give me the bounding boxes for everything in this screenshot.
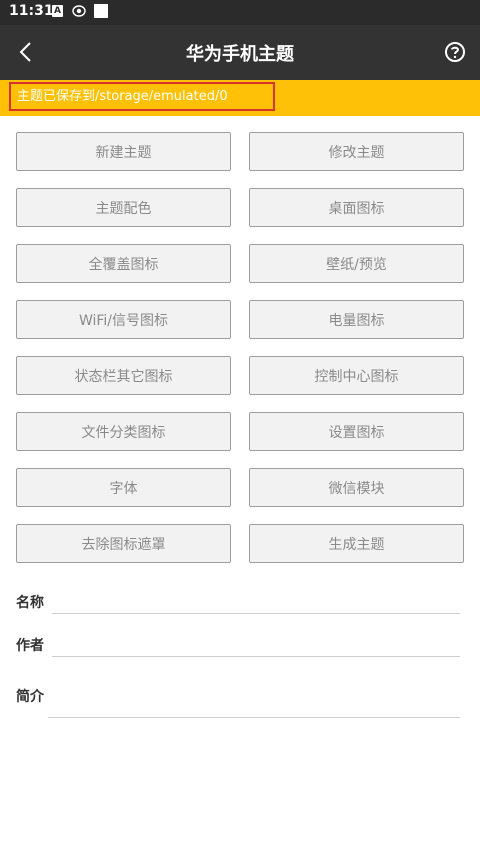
page-title: 华为手机主题 (186, 44, 294, 65)
theme-color-button[interactable]: 主题配色 (16, 188, 231, 227)
status-time: 11:31 (9, 3, 54, 19)
saved-path-message: 主题已保存到/storage/emulated/0 (9, 82, 275, 111)
full-cover-icons-button[interactable]: 全覆盖图标 (16, 244, 231, 283)
author-row: 作者 (16, 633, 464, 659)
question-circle-icon (445, 42, 465, 62)
a-notification-icon: A (52, 5, 63, 17)
name-input[interactable] (54, 590, 464, 614)
status-bar: 11:31 A (0, 0, 480, 25)
font-button[interactable]: 字体 (16, 468, 231, 507)
eye-icon (72, 5, 86, 17)
help-button[interactable] (444, 41, 466, 63)
white-square-icon (94, 4, 108, 18)
settings-icons-button[interactable]: 设置图标 (249, 412, 464, 451)
title-bar: 华为手机主题 (0, 25, 480, 80)
name-label: 名称 (16, 595, 44, 611)
intro-row: 简介 (16, 686, 464, 722)
new-theme-button[interactable]: 新建主题 (16, 132, 231, 171)
notice-banner: 主题已保存到/storage/emulated/0 (0, 80, 480, 116)
name-underline (52, 613, 460, 614)
modify-theme-button[interactable]: 修改主题 (249, 132, 464, 171)
battery-icons-button[interactable]: 电量图标 (249, 300, 464, 339)
statusbar-other-icons-button[interactable]: 状态栏其它图标 (16, 356, 231, 395)
file-category-icons-button[interactable]: 文件分类图标 (16, 412, 231, 451)
remove-icon-mask-button[interactable]: 去除图标遮罩 (16, 524, 231, 563)
wifi-signal-icons-button[interactable]: WiFi/信号图标 (16, 300, 231, 339)
name-row: 名称 (16, 590, 464, 616)
author-underline (52, 656, 460, 657)
control-center-icons-button[interactable]: 控制中心图标 (249, 356, 464, 395)
wechat-module-button[interactable]: 微信模块 (249, 468, 464, 507)
desktop-icons-button[interactable]: 桌面图标 (249, 188, 464, 227)
generate-theme-button[interactable]: 生成主题 (249, 524, 464, 563)
author-label: 作者 (16, 638, 44, 654)
intro-label: 简介 (16, 689, 44, 705)
intro-underline (48, 717, 460, 718)
author-input[interactable] (54, 633, 464, 657)
wallpaper-preview-button[interactable]: 壁纸/预览 (249, 244, 464, 283)
